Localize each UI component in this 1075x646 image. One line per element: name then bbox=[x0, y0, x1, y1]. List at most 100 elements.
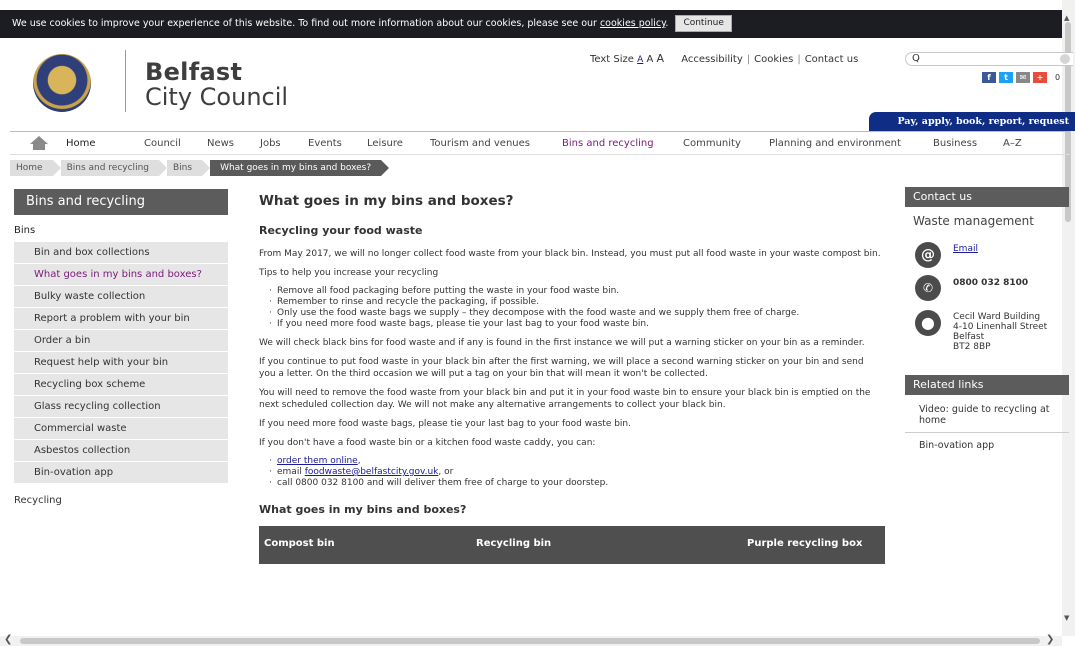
related-links-panel: Related links Video: guide to recycling … bbox=[905, 375, 1069, 457]
sidebar-item-glass-recycling[interactable]: Glass recycling collection bbox=[14, 396, 228, 418]
list-item: Only use the food waste bags we supply –… bbox=[259, 308, 881, 319]
search-input[interactable]: Q bbox=[905, 52, 1073, 66]
sidebar-title[interactable]: Bins and recycling bbox=[14, 189, 228, 215]
cookie-message: We use cookies to improve your experienc… bbox=[12, 18, 600, 29]
main-navigation: Home Council News Jobs Events Leisure To… bbox=[10, 131, 1070, 155]
accessibility-link[interactable]: Accessibility bbox=[681, 54, 743, 65]
nav-a-z[interactable]: A–Z bbox=[1003, 138, 1022, 149]
council-crest-logo[interactable] bbox=[33, 54, 91, 112]
sidebar-item-bin-and-box-collections[interactable]: Bin and box collections bbox=[14, 242, 228, 264]
text-size-large-link[interactable]: A bbox=[657, 52, 665, 65]
breadcrumb: Home Bins and recycling Bins What goes i… bbox=[10, 160, 390, 176]
bins-table-header: Compost bin Recycling bin Purple recycli… bbox=[259, 526, 885, 564]
breadcrumb-bins-and-recycling[interactable]: Bins and recycling bbox=[60, 160, 168, 176]
order-online-link[interactable]: order them online bbox=[277, 456, 358, 466]
cookie-continue-button[interactable]: Continue bbox=[675, 15, 732, 32]
search-button-icon[interactable] bbox=[1060, 54, 1070, 64]
nav-tourism-and-venues[interactable]: Tourism and venues bbox=[430, 138, 530, 149]
email-at-icon: @ bbox=[915, 242, 941, 268]
page-title: What goes in my bins and boxes? bbox=[259, 193, 514, 209]
logo-text-city-council[interactable]: City Council bbox=[145, 83, 288, 111]
list-item: order them online, bbox=[259, 456, 881, 467]
cookie-banner: We use cookies to improve your experienc… bbox=[0, 10, 1062, 38]
paragraph: From May 2017, we will no longer collect… bbox=[259, 249, 881, 259]
bins-subheading: What goes in my bins and boxes? bbox=[259, 503, 467, 516]
pay-apply-book-button[interactable]: Pay, apply, book, report, request bbox=[869, 112, 1075, 131]
scroll-up-arrow-icon[interactable]: ▲ bbox=[1064, 14, 1069, 22]
nav-planning-and-environment[interactable]: Planning and environment bbox=[769, 138, 901, 149]
sidebar-item-bin-ovation-app[interactable]: Bin-ovation app bbox=[14, 462, 228, 484]
nav-business[interactable]: Business bbox=[933, 138, 977, 149]
related-link-video-guide[interactable]: Video: guide to recycling at home bbox=[905, 395, 1069, 433]
breadcrumb-home[interactable]: Home bbox=[10, 160, 61, 176]
contact-email-link[interactable]: Email bbox=[953, 244, 978, 254]
cookie-message-end: . bbox=[665, 18, 669, 29]
text-size-medium-link[interactable]: A bbox=[646, 54, 653, 65]
list-item: call 0800 032 8100 and will deliver them… bbox=[259, 478, 881, 489]
contact-phone[interactable]: 0800 032 8100 bbox=[953, 278, 1028, 288]
order-options-list: order them online, email foodwaste@belfa… bbox=[259, 456, 881, 489]
contact-title: Contact us bbox=[905, 187, 1069, 207]
list-item: If you need more food waste bags, please… bbox=[259, 319, 881, 330]
contact-us-link[interactable]: Contact us bbox=[805, 54, 859, 65]
nav-bins-and-recycling[interactable]: Bins and recycling bbox=[562, 138, 654, 149]
contact-panel: Contact us Waste management @ Email ✆ 08… bbox=[905, 187, 1069, 356]
scroll-left-arrow-icon[interactable]: ❮ bbox=[4, 634, 12, 645]
share-count: 0 bbox=[1055, 73, 1061, 82]
logo-text-belfast[interactable]: Belfast bbox=[145, 58, 242, 86]
scroll-down-arrow-icon[interactable]: ▼ bbox=[1064, 614, 1069, 622]
foodwaste-email-link[interactable]: foodwaste@belfastcity.gov.uk bbox=[305, 467, 439, 477]
main-content: What goes in my bins and boxes? Recyclin… bbox=[259, 191, 885, 564]
sidebar-item-asbestos[interactable]: Asbestos collection bbox=[14, 440, 228, 462]
scroll-right-arrow-icon[interactable]: ❯ bbox=[1046, 634, 1054, 645]
breadcrumb-bins[interactable]: Bins bbox=[166, 160, 211, 176]
cookies-policy-link[interactable]: cookies policy bbox=[600, 18, 665, 29]
section-title: Recycling your food waste bbox=[259, 224, 423, 237]
related-links-title: Related links bbox=[905, 375, 1069, 395]
sidebar-item-what-goes-in-my-bins[interactable]: What goes in my bins and boxes? bbox=[14, 264, 228, 286]
paragraph: If you continue to put food waste in you… bbox=[259, 357, 864, 379]
horizontal-scrollbar[interactable] bbox=[0, 636, 1062, 646]
sidebar-item-report-problem[interactable]: Report a problem with your bin bbox=[14, 308, 228, 330]
horizontal-scroll-thumb[interactable] bbox=[20, 638, 1040, 644]
text-size-label: Text Size bbox=[590, 54, 634, 65]
home-icon[interactable] bbox=[30, 136, 48, 150]
facebook-icon[interactable]: f bbox=[982, 72, 996, 83]
sidebar-item-request-help[interactable]: Request help with your bin bbox=[14, 352, 228, 374]
cookies-link[interactable]: Cookies bbox=[754, 54, 793, 65]
sidebar: Bins and recycling Bins Bin and box coll… bbox=[14, 189, 228, 506]
utility-links: Text Size A A A Accessibility | Cookies | Co… bbox=[590, 52, 859, 65]
paragraph: Tips to help you increase your recycling bbox=[259, 268, 439, 278]
tips-list: Remove all food packaging before putting… bbox=[259, 286, 881, 330]
nav-community[interactable]: Community bbox=[683, 138, 741, 149]
nav-news[interactable]: News bbox=[207, 138, 234, 149]
paragraph: If you need more food waste bags, please… bbox=[259, 419, 631, 429]
paragraph: You will need to remove the food waste f… bbox=[259, 388, 871, 410]
related-link-bin-ovation-app[interactable]: Bin-ovation app bbox=[905, 433, 1069, 457]
table-header-compost-bin: Compost bin bbox=[264, 538, 335, 549]
paragraph: If you don't have a food waste bin or a … bbox=[259, 438, 596, 448]
text-size-small-link[interactable]: A bbox=[637, 55, 643, 65]
sidebar-item-order-bin[interactable]: Order a bin bbox=[14, 330, 228, 352]
email-share-icon[interactable]: ✉ bbox=[1016, 72, 1030, 83]
nav-leisure[interactable]: Leisure bbox=[367, 138, 403, 149]
sidebar-group-recycling[interactable]: Recycling bbox=[14, 484, 228, 506]
share-plus-icon[interactable]: + bbox=[1033, 72, 1047, 83]
list-item: email foodwaste@belfastcity.gov.uk, or bbox=[259, 467, 881, 478]
breadcrumb-current: What goes in my bins and boxes? bbox=[210, 160, 390, 176]
location-pin-icon: ⬤ bbox=[915, 310, 941, 336]
sidebar-item-recycling-box-scheme[interactable]: Recycling box scheme bbox=[14, 374, 228, 396]
contact-address: Cecil Ward Building 4-10 Linenhall Stree… bbox=[953, 312, 1048, 352]
sidebar-item-commercial-waste[interactable]: Commercial waste bbox=[14, 418, 228, 440]
twitter-icon[interactable]: t bbox=[999, 72, 1013, 83]
nav-council[interactable]: Council bbox=[144, 138, 181, 149]
sidebar-group-bins[interactable]: Bins bbox=[14, 215, 228, 242]
sidebar-item-bulky-waste[interactable]: Bulky waste collection bbox=[14, 286, 228, 308]
table-header-recycling-bin: Recycling bin bbox=[476, 538, 552, 549]
list-item: Remove all food packaging before putting… bbox=[259, 286, 881, 297]
phone-icon: ✆ bbox=[915, 275, 941, 301]
nav-events[interactable]: Events bbox=[308, 138, 342, 149]
nav-home[interactable]: Home bbox=[66, 138, 96, 149]
table-header-purple-box: Purple recycling box bbox=[747, 538, 863, 549]
nav-jobs[interactable]: Jobs bbox=[260, 138, 281, 149]
